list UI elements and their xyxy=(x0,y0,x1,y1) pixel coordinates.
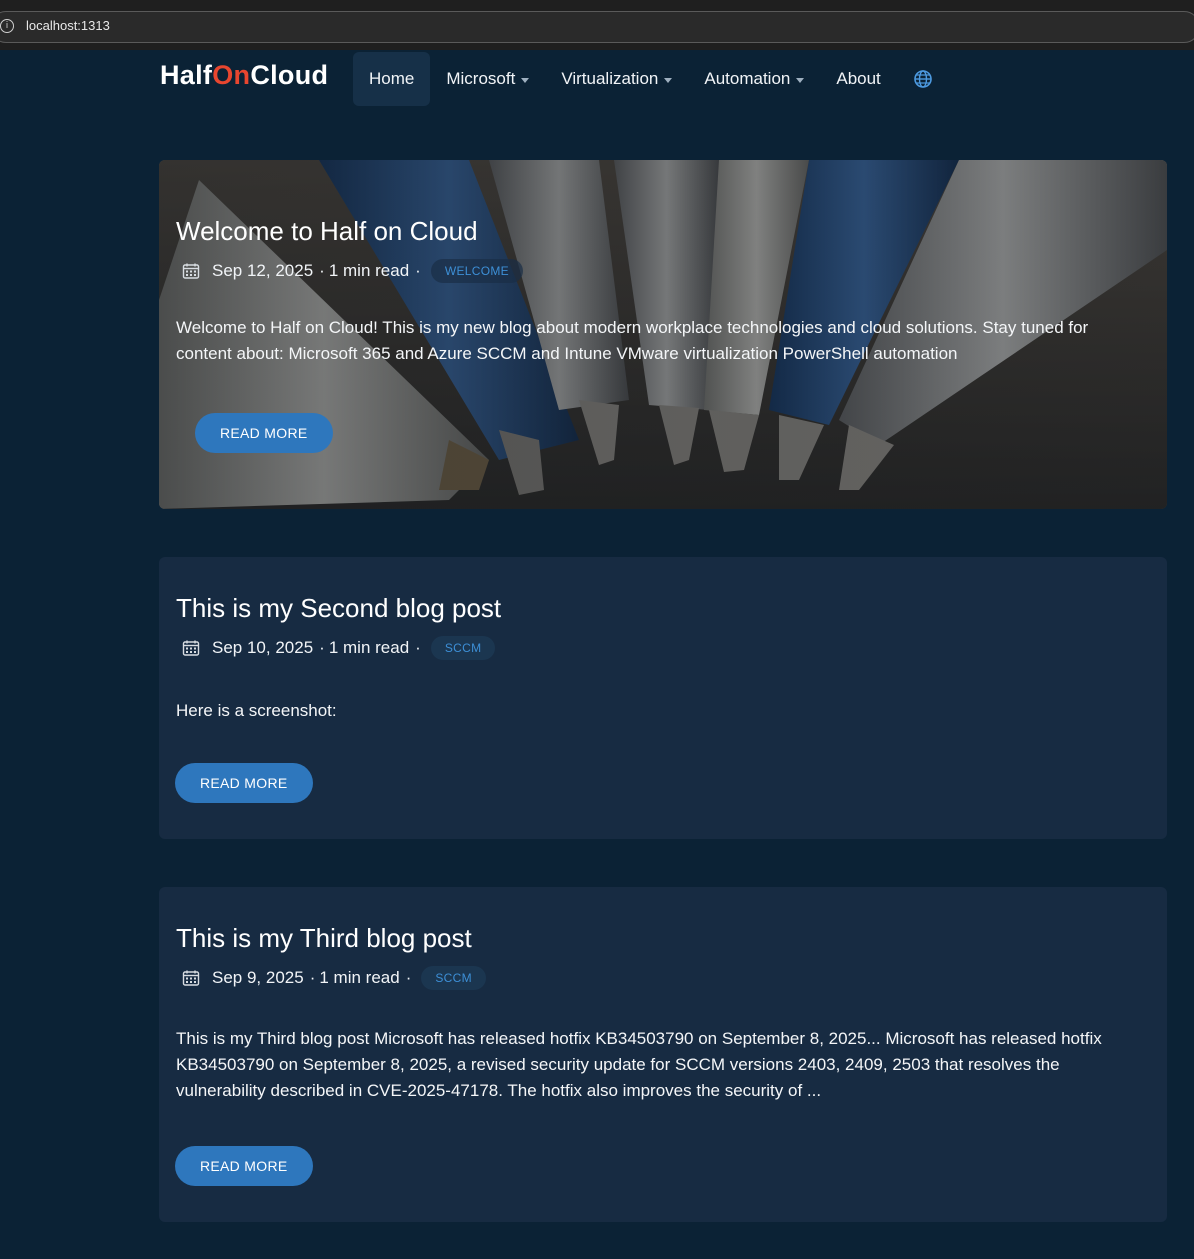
nav-item-virtualization[interactable]: Virtualization xyxy=(545,52,688,106)
post-excerpt: This is my Third blog post Microsoft has… xyxy=(176,1029,1102,1100)
address-url[interactable]: localhost:1313 xyxy=(26,18,110,33)
post-read-time: 1 min read xyxy=(328,261,410,280)
nav-item-label: Virtualization xyxy=(561,69,659,88)
nav-item-label: Microsoft xyxy=(446,69,516,88)
language-switcher[interactable] xyxy=(897,52,949,106)
calendar-icon xyxy=(182,970,200,986)
post-title[interactable]: Welcome to Half on Cloud xyxy=(176,216,1145,247)
featured-post-content: Welcome to Half on Cloud Sep 12, 2025 · … xyxy=(176,160,1145,384)
post-date: Sep 10, 2025 xyxy=(212,638,314,657)
post-tag[interactable]: WELCOME xyxy=(430,259,523,283)
calendar-icon xyxy=(182,263,200,279)
nav-item-label: Home xyxy=(369,69,415,88)
nav-item-automation[interactable]: Automation xyxy=(688,52,820,106)
meta-separator: · xyxy=(309,968,316,987)
globe-icon[interactable] xyxy=(913,69,933,89)
post-read-time: 1 min read xyxy=(319,968,400,987)
post-title[interactable]: This is my Second blog post xyxy=(176,593,1145,624)
meta-separator: · xyxy=(415,261,421,280)
post-read-time: 1 min read xyxy=(328,638,410,657)
read-more-button[interactable]: READ MORE xyxy=(175,1146,313,1186)
meta-separator: · xyxy=(415,638,421,657)
info-icon[interactable]: i xyxy=(0,19,14,33)
post-card: This is my Second blog post Sep 10, 2025… xyxy=(159,557,1167,839)
chevron-down-icon xyxy=(796,77,805,83)
meta-separator: · xyxy=(319,638,325,657)
browser-address-bar: i localhost:1313 xyxy=(0,0,1194,50)
calendar-icon xyxy=(182,640,200,656)
post-content: This is my Second blog post Sep 10, 2025… xyxy=(176,557,1145,741)
nav-item-label: About xyxy=(836,69,881,88)
chevron-down-icon xyxy=(521,77,530,83)
read-more-button[interactable]: READ MORE xyxy=(175,763,313,803)
read-more-button[interactable]: READ MORE xyxy=(195,413,333,453)
post-meta: Sep 10, 2025 · 1 min read · SCCM xyxy=(176,636,1145,660)
post-tag[interactable]: SCCM xyxy=(421,966,486,990)
nav-item-about[interactable]: About xyxy=(820,52,896,106)
post-date: Sep 12, 2025 xyxy=(212,261,314,280)
post-meta: Sep 9, 2025 · 1 min read · SCCM xyxy=(176,966,1145,990)
post-date: Sep 9, 2025 xyxy=(212,968,304,987)
post-title[interactable]: This is my Third blog post xyxy=(176,923,1145,954)
meta-separator: · xyxy=(405,968,412,987)
meta-separator: · xyxy=(319,261,325,280)
post-tag[interactable]: SCCM xyxy=(430,636,496,660)
nav-item-home[interactable]: Home xyxy=(353,52,431,106)
main-nav: Home Microsoft Virtualization Automation… xyxy=(353,52,949,106)
post-card: This is my Third blog post Sep 9, 2025 ·… xyxy=(159,887,1167,1222)
post-meta: Sep 12, 2025 · 1 min read · WELCOME xyxy=(176,259,1145,283)
chevron-down-icon xyxy=(664,77,673,83)
address-field[interactable] xyxy=(0,11,1194,43)
nav-item-label: Automation xyxy=(704,69,791,88)
post-excerpt: Welcome to Half on Cloud! This is my new… xyxy=(176,318,1089,363)
nav-item-microsoft[interactable]: Microsoft xyxy=(430,52,545,106)
post-excerpt: Here is a screenshot: xyxy=(176,701,337,720)
logo-text-on: On xyxy=(212,60,251,90)
logo-text-half: Half xyxy=(160,60,213,90)
site-logo[interactable]: HalfOnCloud xyxy=(160,60,328,91)
logo-text-cloud: Cloud xyxy=(250,60,329,90)
post-content: This is my Third blog post Sep 9, 2025 ·… xyxy=(176,887,1145,1121)
featured-post-card: Welcome to Half on Cloud Sep 12, 2025 · … xyxy=(159,160,1167,509)
